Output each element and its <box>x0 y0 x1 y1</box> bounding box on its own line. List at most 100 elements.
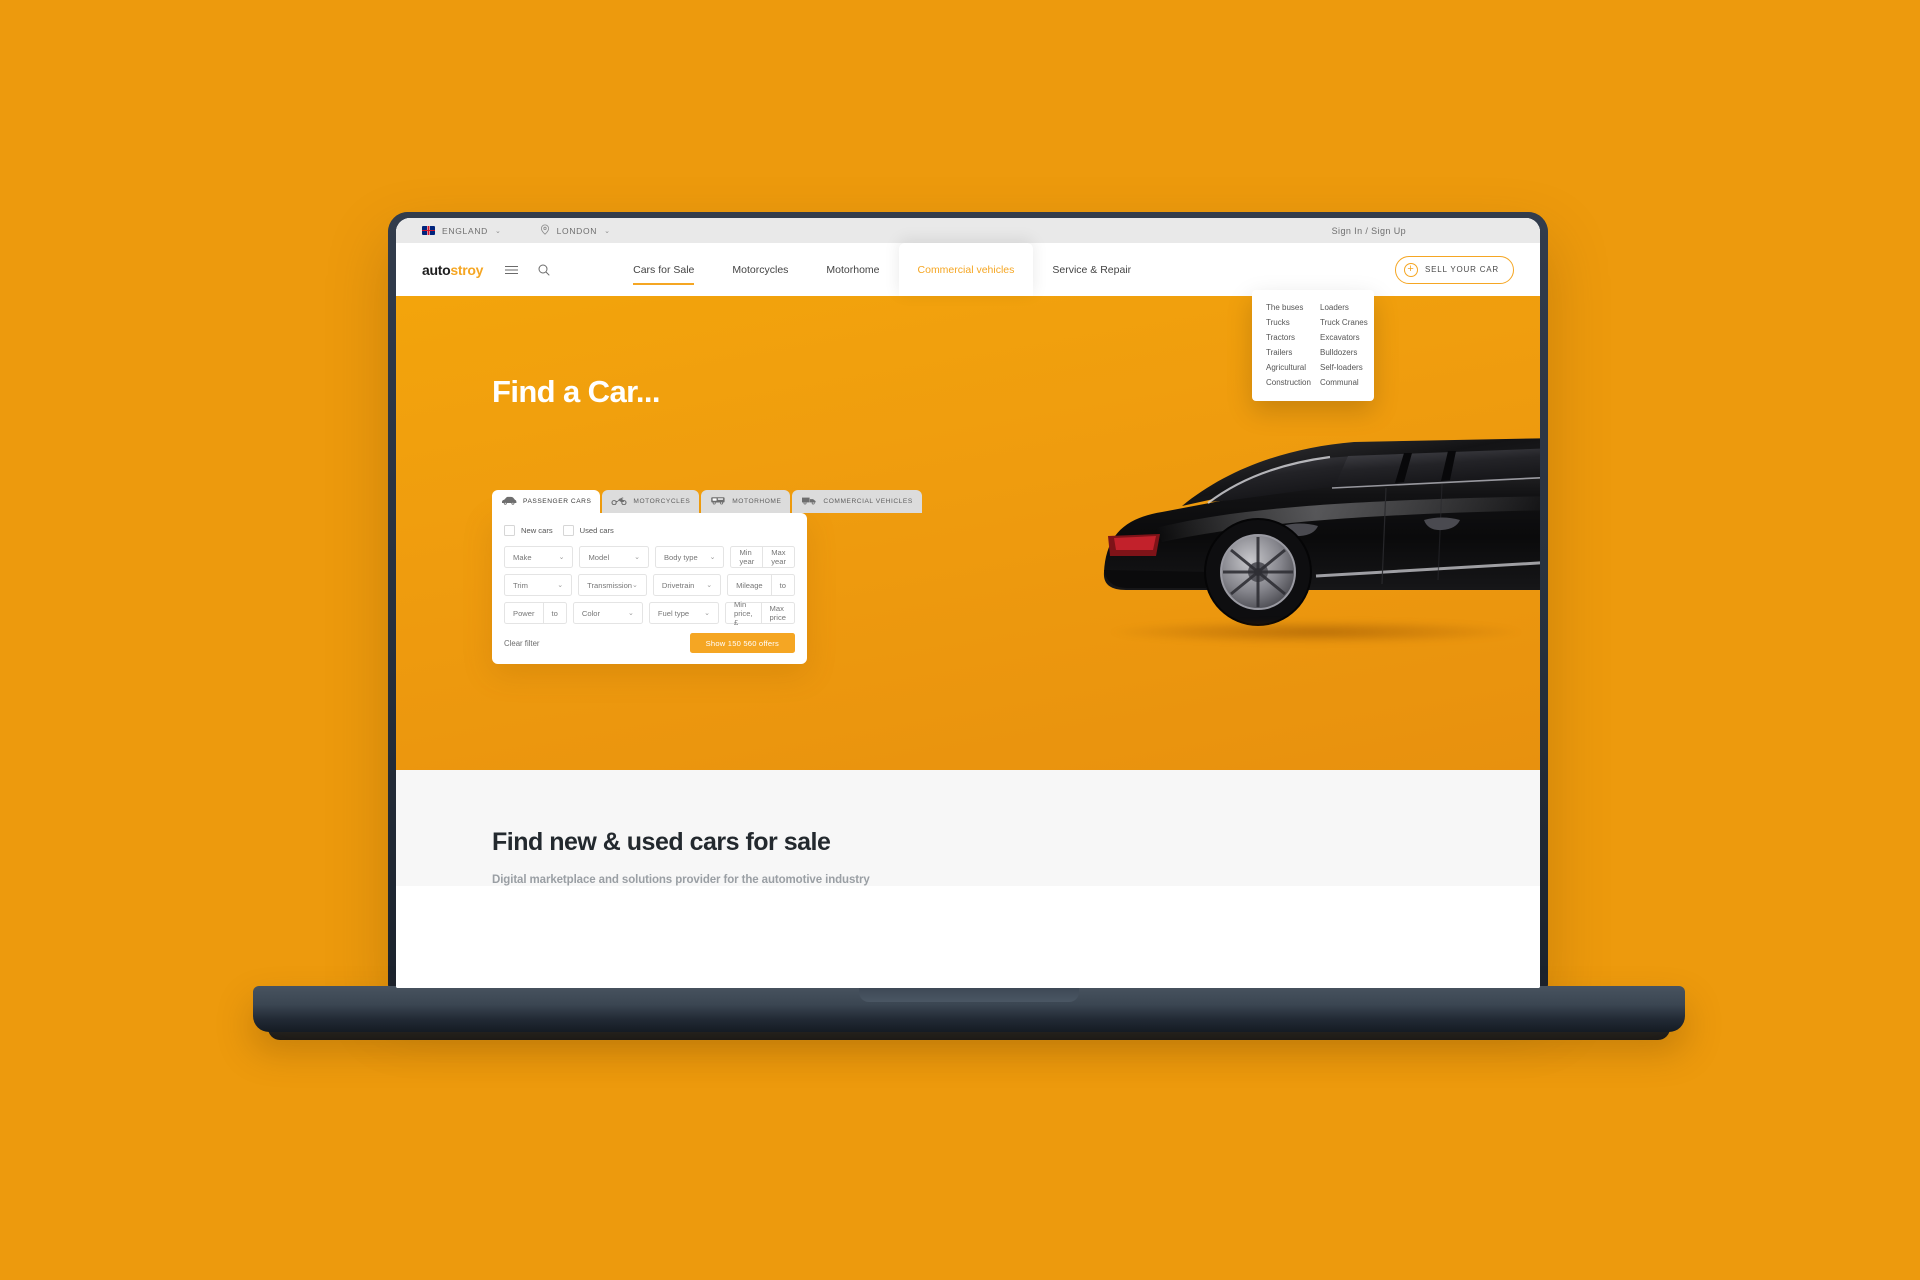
clear-filter-link[interactable]: Clear filter <box>504 639 540 648</box>
min-price-input[interactable]: Min price, £ <box>724 599 762 627</box>
field-label: Body type <box>663 552 698 562</box>
laptop-screen: ENGLAND ⌄ LONDON ⌄ Sign In / Sign Up aut… <box>396 218 1540 988</box>
plus-circle-icon: + <box>1404 262 1419 277</box>
nav-label: Service & Repair <box>1052 263 1132 276</box>
checkbox-new-cars[interactable]: New cars <box>504 525 553 536</box>
country-selector[interactable]: ENGLAND ⌄ <box>422 226 502 236</box>
tab-motorcycles[interactable]: MOTORCYCLES <box>602 490 700 513</box>
tab-commercial-vehicles[interactable]: COMMERCIAL VEHICLES <box>792 490 922 513</box>
checkbox-label: New cars <box>521 526 553 535</box>
field-label: Make <box>513 552 532 562</box>
transmission-select[interactable]: Transmission ⌄ <box>578 574 647 596</box>
city-selector[interactable]: LONDON ⌄ <box>540 224 611 237</box>
tab-label: COMMERCIAL VEHICLES <box>823 498 913 505</box>
mileage-max-input[interactable]: to <box>771 574 795 596</box>
dropdown-item-loaders[interactable]: Loaders <box>1320 300 1374 315</box>
checkbox-used-cars[interactable]: Used cars <box>562 525 614 536</box>
body-type-select[interactable]: Body type ⌄ <box>654 546 725 568</box>
header-icon-group <box>505 264 550 276</box>
laptop-base <box>253 986 1685 1032</box>
color-select[interactable]: Color ⌄ <box>572 602 643 624</box>
dropdown-item-construction[interactable]: Construction <box>1266 375 1320 390</box>
fuel-type-select[interactable]: Fuel type ⌄ <box>648 602 719 624</box>
nav-item-service-repair[interactable]: Service & Repair <box>1033 243 1150 296</box>
field-label: Drivetrain <box>661 580 695 590</box>
nav-item-motorhome[interactable]: Motorhome <box>807 243 898 296</box>
laptop-mockup: ENGLAND ⌄ LONDON ⌄ Sign In / Sign Up aut… <box>0 0 1920 1280</box>
field-label: Fuel type <box>657 608 690 618</box>
model-select[interactable]: Model ⌄ <box>579 546 649 568</box>
dropdown-item-communal[interactable]: Communal <box>1320 375 1374 390</box>
nav-item-cars-for-sale[interactable]: Cars for Sale <box>614 243 713 296</box>
field-label: Min year <box>739 548 755 566</box>
chevron-down-icon: ⌄ <box>604 227 611 235</box>
dropdown-column-left: The buses Trucks Tractors Trailers Agric… <box>1252 300 1320 390</box>
chevron-down-icon: ⌄ <box>628 610 634 617</box>
search-icon[interactable] <box>538 264 550 276</box>
car-icon <box>501 496 517 507</box>
search-widget: PASSENGER CARS MOTORCYCLES MOTORHOME COM… <box>492 490 922 664</box>
dropdown-item-self-loaders[interactable]: Self-loaders <box>1320 360 1374 375</box>
nav-item-commercial-vehicles[interactable]: Commercial vehicles <box>898 243 1034 296</box>
filter-row-2: Trim ⌄ Transmission ⌄ Drivetrain ⌄ Milea… <box>504 574 795 596</box>
show-offers-button[interactable]: Show 150 560 offers <box>689 633 795 653</box>
bottom-heading: Find new & used cars for sale <box>492 828 831 856</box>
filter-card: New cars Used cars Make ⌄ Model ⌄ Body t… <box>492 513 807 664</box>
tab-motorhome[interactable]: MOTORHOME <box>701 490 791 513</box>
tab-label: MOTORHOME <box>732 498 782 505</box>
power-min-input[interactable]: Power <box>504 602 544 624</box>
nav-label: Motorcycles <box>732 263 789 276</box>
min-year-input[interactable]: Min year <box>730 546 764 568</box>
logo-text-accent: stroy <box>450 261 484 278</box>
nav-label: Motorhome <box>826 263 880 276</box>
make-select[interactable]: Make ⌄ <box>504 546 574 568</box>
car-shadow <box>1106 620 1526 644</box>
max-price-input[interactable]: Max price <box>761 602 795 624</box>
sell-your-car-button[interactable]: + SELL YOUR CAR <box>1395 255 1514 284</box>
field-label: Min price, £ <box>733 599 753 627</box>
dropdown-item-trucks[interactable]: Trucks <box>1266 315 1320 330</box>
field-label: Mileage <box>736 580 763 590</box>
site-logo[interactable]: autostroy <box>422 262 483 278</box>
field-label: Max year <box>771 548 786 566</box>
motorcycle-icon <box>611 496 627 507</box>
dropdown-item-truck-cranes[interactable]: Truck Cranes <box>1320 315 1374 330</box>
location-pin-icon <box>540 224 550 237</box>
drivetrain-select[interactable]: Drivetrain ⌄ <box>652 574 722 596</box>
field-label: to <box>779 580 786 590</box>
dropdown-column-right: Loaders Truck Cranes Excavators Bulldoze… <box>1320 300 1374 390</box>
dropdown-item-trailers[interactable]: Trailers <box>1266 345 1320 360</box>
tab-label: MOTORCYCLES <box>633 498 691 505</box>
dropdown-item-the-buses[interactable]: The buses <box>1266 300 1320 315</box>
country-label: ENGLAND <box>442 225 488 236</box>
vehicle-type-tabs: PASSENGER CARS MOTORCYCLES MOTORHOME COM… <box>492 490 922 513</box>
top-utility-bar: ENGLAND ⌄ LONDON ⌄ Sign In / Sign Up <box>396 218 1540 243</box>
chevron-down-icon: ⌄ <box>557 582 564 589</box>
checkbox-label: Used cars <box>579 526 614 535</box>
dropdown-item-tractors[interactable]: Tractors <box>1266 330 1320 345</box>
trim-select[interactable]: Trim ⌄ <box>504 574 573 596</box>
dropdown-item-excavators[interactable]: Excavators <box>1320 330 1374 345</box>
nav-item-motorcycles[interactable]: Motorcycles <box>713 243 807 296</box>
main-navigation: Cars for Sale Motorcycles Motorhome Comm… <box>614 243 1150 296</box>
tab-passenger-cars[interactable]: PASSENGER CARS <box>492 490 601 513</box>
motorhome-icon <box>710 496 726 507</box>
commercial-vehicles-dropdown: The buses Trucks Tractors Trailers Agric… <box>1252 290 1374 401</box>
topbar-right-group: Sign In / Sign Up <box>1332 226 1514 236</box>
dropdown-item-agricultural[interactable]: Agricultural <box>1266 360 1320 375</box>
price-range-group: Min price, £ Max price <box>724 599 795 627</box>
logo-text-main: auto <box>422 261 451 278</box>
sign-in-sign-up-link[interactable]: Sign In / Sign Up <box>1332 226 1406 236</box>
dropdown-item-bulldozers[interactable]: Bulldozers <box>1320 345 1374 360</box>
hamburger-menu-icon[interactable] <box>505 265 519 275</box>
uk-flag-icon <box>422 226 435 235</box>
city-label: LONDON <box>556 225 598 236</box>
year-range-group: Min year Max year <box>730 546 795 568</box>
max-year-input[interactable]: Max year <box>763 546 795 568</box>
field-label: Max price <box>769 604 786 622</box>
chevron-down-icon: ⌄ <box>495 227 502 235</box>
tab-label: PASSENGER CARS <box>523 498 592 505</box>
power-max-input[interactable]: to <box>543 602 567 624</box>
condition-row: New cars Used cars <box>504 525 795 536</box>
mileage-min-input[interactable]: Mileage <box>727 574 772 596</box>
